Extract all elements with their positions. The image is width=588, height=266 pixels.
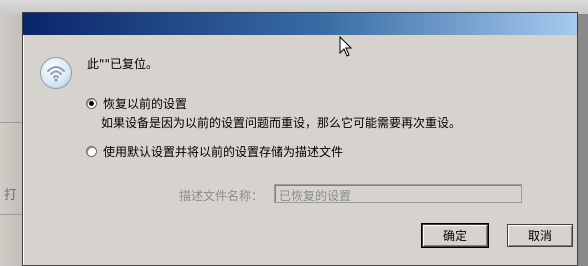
wifi-icon bbox=[40, 57, 72, 89]
option-description: 如果设备是因为以前的设置问题而重设，那么它可能需要再次重设。 bbox=[101, 116, 462, 130]
background-text: 打 bbox=[4, 188, 18, 203]
profile-name-label: 描述文件名称： bbox=[179, 189, 264, 203]
reset-dialog: 此""已复位。 恢复以前的设置 如果设备是因为以前的设置问题而重设，那么它可能需… bbox=[22, 12, 578, 266]
reset-message: 此""已复位。 bbox=[87, 57, 159, 71]
title-bar[interactable] bbox=[23, 13, 577, 35]
profile-name-input[interactable]: 已恢复的设置 bbox=[274, 184, 522, 203]
restore-previous-option[interactable]: 恢复以前的设置 bbox=[86, 95, 187, 112]
cancel-button[interactable]: 取消 bbox=[507, 224, 573, 247]
option-label: 使用默认设置并将以前的设置存储为描述文件 bbox=[103, 145, 344, 159]
mouse-pointer-icon bbox=[339, 36, 353, 57]
use-default-option[interactable]: 使用默认设置并将以前的设置存储为描述文件 bbox=[86, 143, 343, 160]
cancel-button-label: 取消 bbox=[527, 229, 552, 243]
option-label: 恢复以前的设置 bbox=[103, 97, 188, 111]
radio-selected-icon[interactable] bbox=[86, 98, 97, 109]
ok-button-label: 确定 bbox=[442, 229, 467, 243]
ok-button[interactable]: 确定 bbox=[421, 223, 489, 248]
radio-unselected-icon[interactable] bbox=[86, 146, 97, 157]
